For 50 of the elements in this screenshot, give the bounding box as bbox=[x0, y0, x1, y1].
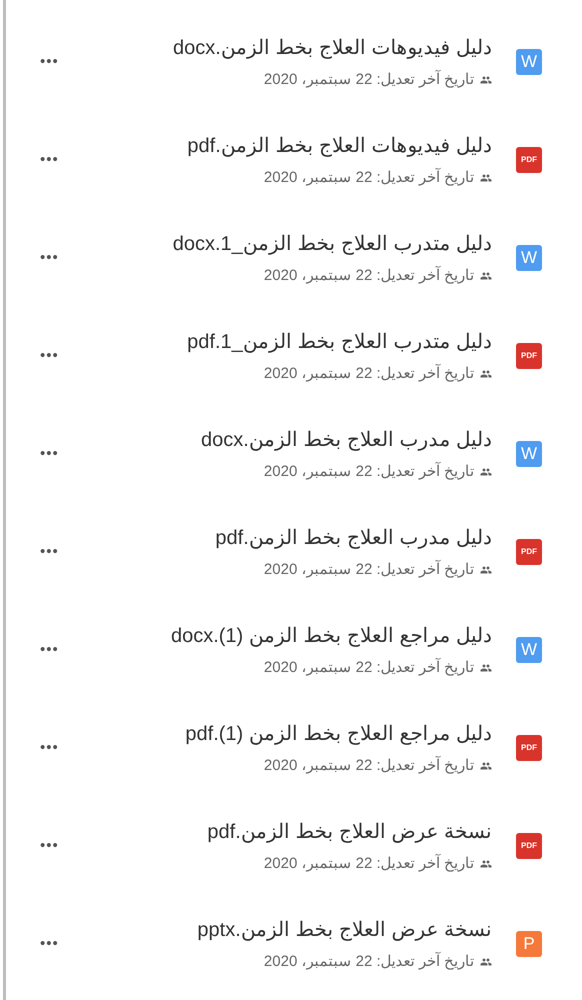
file-name[interactable]: دليل فيديوهات العلاج بخط الزمن.docx bbox=[172, 32, 492, 63]
file-name[interactable]: دليل متدرب العلاج بخط الزمن_1.docx bbox=[172, 228, 492, 259]
people-icon bbox=[480, 564, 492, 576]
modified-date: تاريخ آخر تعديل: 22 سبتمبر، 2020 bbox=[264, 460, 474, 482]
pdf-file-icon: PDF bbox=[516, 833, 542, 859]
more-options-button[interactable]: ••• bbox=[38, 246, 61, 270]
more-options-button[interactable]: ••• bbox=[38, 736, 61, 760]
word-file-icon: W bbox=[516, 49, 542, 75]
more-options-button[interactable]: ••• bbox=[38, 442, 61, 466]
more-options-button[interactable]: ••• bbox=[38, 932, 61, 956]
word-file-icon: W bbox=[516, 637, 542, 663]
file-name[interactable]: نسخة عرض العلاج بخط الزمن.pptx bbox=[197, 914, 492, 945]
people-icon bbox=[480, 270, 492, 282]
modified-date: تاريخ آخر تعديل: 22 سبتمبر، 2020 bbox=[264, 656, 474, 678]
modified-date: تاريخ آخر تعديل: 22 سبتمبر، 2020 bbox=[264, 950, 474, 972]
more-options-button[interactable]: ••• bbox=[38, 344, 61, 368]
people-icon bbox=[480, 662, 492, 674]
more-options-button[interactable]: ••• bbox=[38, 540, 61, 564]
people-icon bbox=[480, 368, 492, 380]
people-icon bbox=[480, 760, 492, 772]
word-file-icon: W bbox=[516, 441, 542, 467]
more-options-button[interactable]: ••• bbox=[38, 638, 61, 662]
file-name[interactable]: دليل مدرب العلاج بخط الزمن.docx bbox=[200, 424, 492, 455]
people-icon bbox=[480, 74, 492, 86]
more-options-button[interactable]: ••• bbox=[38, 148, 61, 172]
file-name[interactable]: دليل مراجع العلاج بخط الزمن (1).docx bbox=[170, 620, 492, 651]
file-name[interactable]: دليل فيديوهات العلاج بخط الزمن.pdf bbox=[187, 130, 492, 161]
more-options-button[interactable]: ••• bbox=[38, 834, 61, 858]
file-name[interactable]: دليل مدرب العلاج بخط الزمن.pdf bbox=[215, 522, 492, 553]
people-icon bbox=[480, 858, 492, 870]
file-name[interactable]: دليل مراجع العلاج بخط الزمن (1).pdf bbox=[185, 718, 492, 749]
pdf-file-icon: PDF bbox=[516, 343, 542, 369]
pdf-file-icon: PDF bbox=[516, 735, 542, 761]
people-icon bbox=[480, 956, 492, 968]
pdf-file-icon: PDF bbox=[516, 147, 542, 173]
more-options-button[interactable]: ••• bbox=[38, 50, 61, 74]
file-name[interactable]: دليل متدرب العلاج بخط الزمن_1.pdf bbox=[187, 326, 492, 357]
modified-date: تاريخ آخر تعديل: 22 سبتمبر، 2020 bbox=[264, 362, 474, 384]
modified-date: تاريخ آخر تعديل: 22 سبتمبر، 2020 bbox=[264, 558, 474, 580]
word-file-icon: W bbox=[516, 245, 542, 271]
modified-date: تاريخ آخر تعديل: 22 سبتمبر، 2020 bbox=[264, 68, 474, 90]
file-name[interactable]: نسخة عرض العلاج بخط الزمن.pdf bbox=[207, 816, 492, 847]
modified-date: تاريخ آخر تعديل: 22 سبتمبر، 2020 bbox=[264, 166, 474, 188]
people-icon bbox=[480, 466, 492, 478]
people-icon bbox=[480, 172, 492, 184]
modified-date: تاريخ آخر تعديل: 22 سبتمبر، 2020 bbox=[264, 754, 474, 776]
modified-date: تاريخ آخر تعديل: 22 سبتمبر، 2020 bbox=[264, 264, 474, 286]
modified-date: تاريخ آخر تعديل: 22 سبتمبر، 2020 bbox=[264, 852, 474, 874]
pdf-file-icon: PDF bbox=[516, 539, 542, 565]
presentation-file-icon: P bbox=[516, 931, 542, 957]
